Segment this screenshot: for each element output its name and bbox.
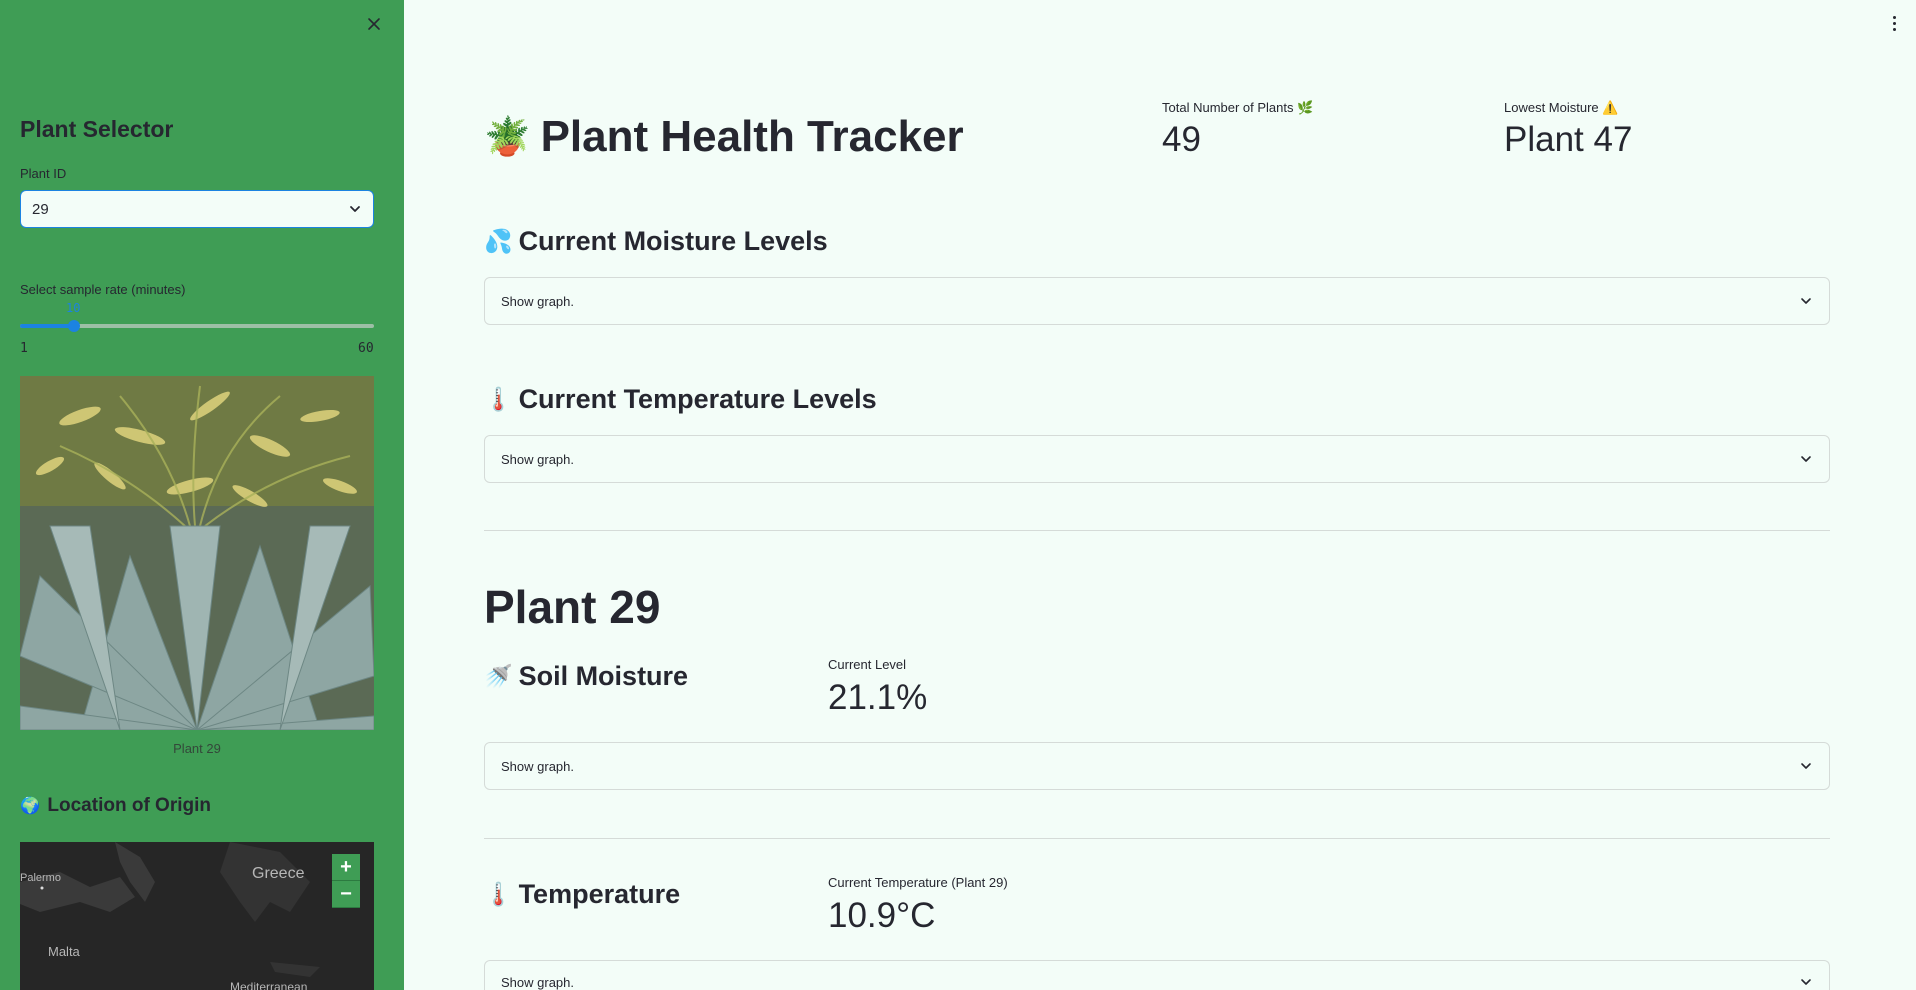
dot-icon xyxy=(1892,21,1896,25)
temperature-title: Temperature xyxy=(518,879,681,909)
soil-metric-label: Current Level xyxy=(828,657,907,672)
expander-label: Show graph. xyxy=(501,451,574,467)
chevron-down-icon xyxy=(350,206,360,212)
close-sidebar-button[interactable] xyxy=(362,12,386,36)
lowest-moisture-label: Lowest Moisture ⚠️ xyxy=(1504,100,1619,115)
page-title: 🪴 Plant Health Tracker xyxy=(484,112,964,162)
moisture-section-heading: 💦 Current Moisture Levels xyxy=(484,226,828,257)
expander-label: Show graph. xyxy=(501,975,574,990)
location-heading-text: Location of Origin xyxy=(47,795,211,816)
chevron-down-icon xyxy=(1801,456,1811,462)
expander-label: Show graph. xyxy=(501,293,574,309)
map-label-palermo: Palermo xyxy=(20,872,61,884)
potted-plant-icon: 🪴 xyxy=(484,115,531,157)
slider-min-label: 1 xyxy=(20,341,28,356)
plant-image xyxy=(20,376,374,730)
globe-icon: 🌍 xyxy=(20,797,41,815)
map-zoom-control: + − xyxy=(332,854,360,908)
zoom-in-button[interactable]: + xyxy=(332,854,360,881)
dot-icon xyxy=(1892,15,1896,19)
dot-icon xyxy=(1892,27,1896,31)
expander-label: Show graph. xyxy=(501,758,574,774)
map-canvas xyxy=(20,842,374,990)
map-label-mediterranean: Mediterranean xyxy=(230,980,308,990)
plant-id-select[interactable]: 29 xyxy=(20,190,374,228)
temperature-section-heading: 🌡️ Current Temperature Levels xyxy=(484,384,877,415)
slider-max-label: 60 xyxy=(358,341,374,356)
lowest-moisture-value: Plant 47 xyxy=(1504,120,1633,159)
chevron-down-icon xyxy=(1801,979,1811,985)
divider xyxy=(484,838,1830,839)
soil-metric-value: 21.1% xyxy=(828,678,928,717)
image-caption: Plant 29 xyxy=(173,741,221,756)
plant-id-value: 29 xyxy=(32,200,49,218)
temp-metric-value: 10.9°C xyxy=(828,896,936,935)
temperature-detail-graph-expander[interactable]: Show graph. xyxy=(484,960,1830,990)
location-heading: 🌍 Location of Origin xyxy=(20,795,211,817)
total-plants-value: 49 xyxy=(1162,120,1201,159)
page-title-text: Plant Health Tracker xyxy=(540,112,964,161)
slider-thumb[interactable] xyxy=(68,320,81,332)
soil-moisture-graph-expander[interactable]: Show graph. xyxy=(484,742,1830,790)
plant-id-label: Plant ID xyxy=(20,166,67,181)
main-menu-button[interactable] xyxy=(1886,12,1902,34)
temperature-graph-expander[interactable]: Show graph. xyxy=(484,435,1830,483)
plant-illustration xyxy=(20,376,374,730)
sidebar-heading: Plant Selector xyxy=(20,116,174,142)
chevron-down-icon xyxy=(1801,298,1811,304)
soil-moisture-title: Soil Moisture xyxy=(518,661,689,691)
sample-rate-label: Select sample rate (minutes) xyxy=(20,282,186,297)
temperature-section-title: Current Temperature Levels xyxy=(518,384,877,414)
map-label-malta: Malta xyxy=(48,944,80,959)
zoom-out-button[interactable]: − xyxy=(332,881,360,908)
location-map[interactable]: Palermo Malta Greece Mediterranean + − xyxy=(20,842,374,990)
sidebar: Plant Selector Plant ID 29 Select sample… xyxy=(0,0,404,990)
total-plants-label: Total Number of Plants 🌿 xyxy=(1162,100,1314,115)
chevron-down-icon xyxy=(1801,763,1811,769)
moisture-graph-expander[interactable]: Show graph. xyxy=(484,277,1830,325)
slider-value: 10 xyxy=(66,301,81,315)
shower-icon: 🚿 xyxy=(484,663,513,689)
map-label-greece: Greece xyxy=(252,865,305,882)
thermometer-icon: 🌡️ xyxy=(484,386,513,412)
close-icon xyxy=(368,18,380,30)
moisture-section-title: Current Moisture Levels xyxy=(518,226,828,256)
water-drops-icon: 💦 xyxy=(484,228,513,254)
plant-detail-title: Plant 29 xyxy=(484,581,661,633)
temperature-heading: 🌡️ Temperature xyxy=(484,879,680,910)
thermometer-icon: 🌡️ xyxy=(484,881,513,907)
slider-fill xyxy=(20,324,75,328)
temp-metric-label: Current Temperature (Plant 29) xyxy=(828,875,1008,890)
sample-rate-slider[interactable] xyxy=(20,320,374,332)
soil-moisture-heading: 🚿 Soil Moisture xyxy=(484,661,688,692)
divider xyxy=(484,530,1830,531)
